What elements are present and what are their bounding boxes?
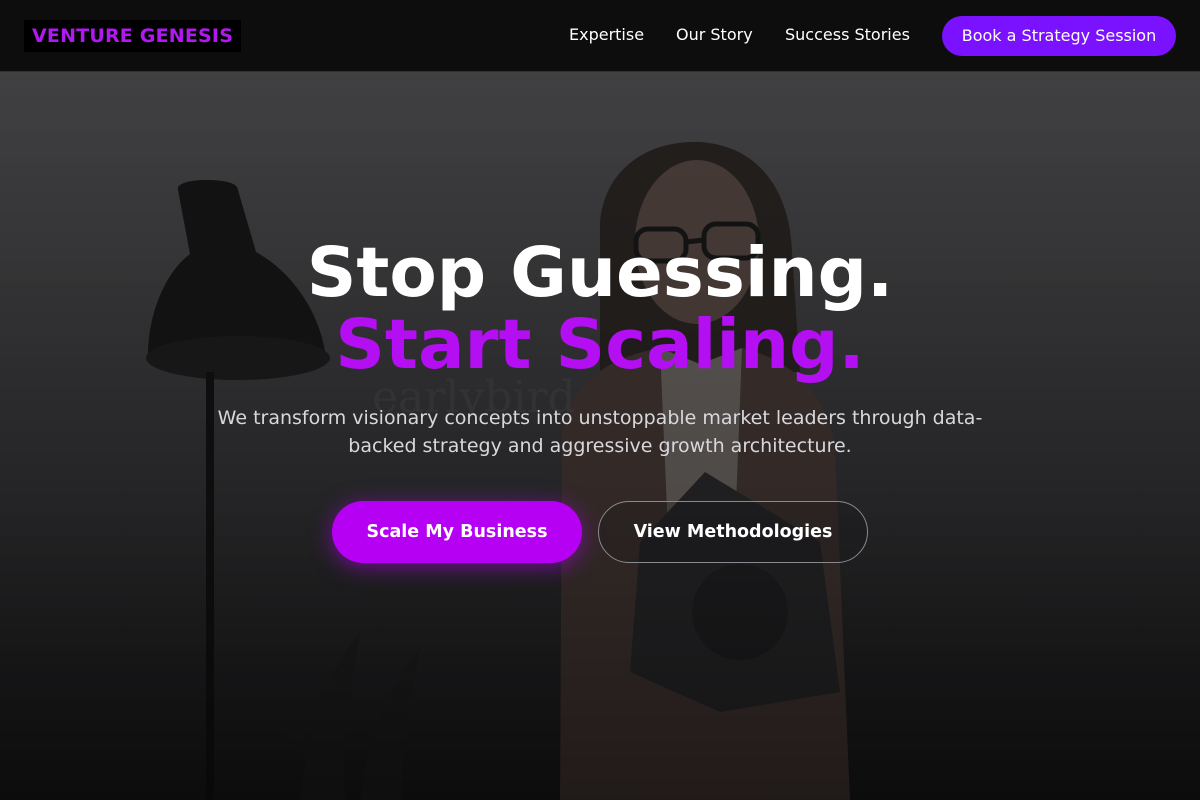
- view-methodologies-button[interactable]: View Methodologies: [598, 501, 868, 563]
- book-strategy-session-button[interactable]: Book a Strategy Session: [942, 16, 1176, 56]
- hero-subtext: We transform visionary concepts into uns…: [217, 407, 983, 457]
- nav-link-expertise[interactable]: Expertise: [569, 24, 644, 46]
- hero-headline-accent: Start Scaling.: [335, 305, 865, 385]
- nav-link-our-story[interactable]: Our Story: [676, 24, 753, 46]
- hero-section: earlybird Stop Guessing. Start Scaling. …: [0, 72, 1200, 800]
- hero-headline: Stop Guessing.: [306, 233, 894, 313]
- scale-my-business-button[interactable]: Scale My Business: [332, 501, 582, 563]
- site-header: VENTURE GENESIS Expertise Our Story Succ…: [0, 0, 1200, 72]
- logo[interactable]: VENTURE GENESIS: [24, 20, 242, 52]
- nav-link-success-stories[interactable]: Success Stories: [785, 24, 910, 46]
